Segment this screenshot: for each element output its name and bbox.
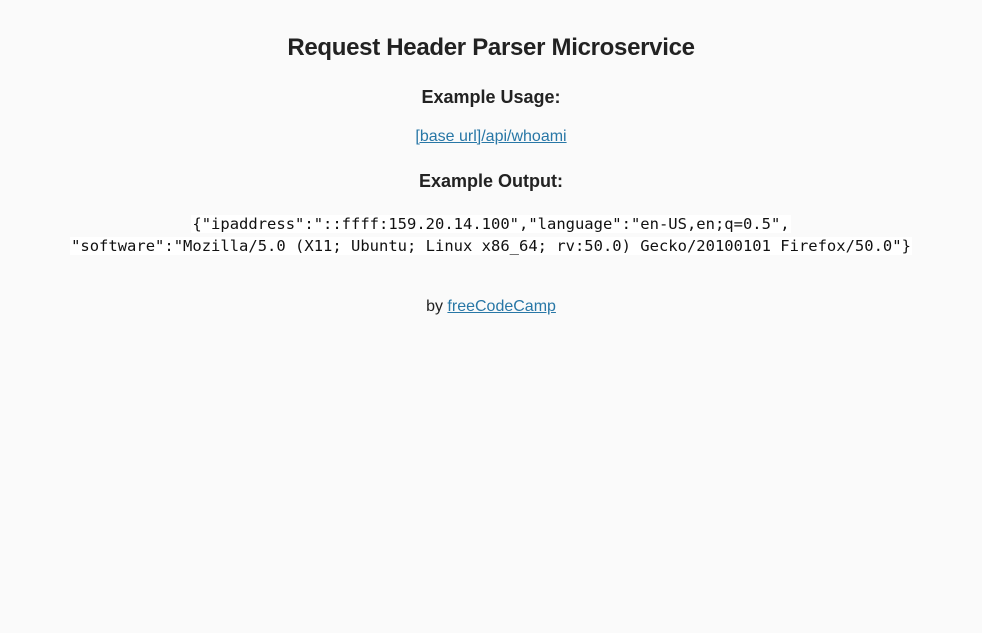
output-heading: Example Output: [418,171,563,191]
usage-link[interactable]: [base url]/api/whoami [415,128,566,145]
code-line-2: "software":"Mozilla/5.0 (X11; Ubuntu; Li… [0,235,982,257]
usage-heading: Example Usage: [421,87,561,107]
code-line-1-text: {"ipaddress":"::ffff:159.20.14.100","lan… [191,215,791,233]
page-container: Request Header Parser Microservice Examp… [0,0,982,317]
code-line-2-text: "software":"Mozilla/5.0 (X11; Ubuntu; Li… [70,237,912,255]
example-output-code: {"ipaddress":"::ffff:159.20.14.100","lan… [0,213,982,257]
credit-line: by freeCodeCamp [0,297,982,317]
usage-link-wrap: [base url]/api/whoami [0,127,982,147]
page-title: Request Header Parser Microservice [287,34,695,61]
credit-prefix: by [426,298,443,315]
code-line-1: {"ipaddress":"::ffff:159.20.14.100","lan… [0,213,982,235]
freecodecamp-link[interactable]: freeCodeCamp [447,298,556,315]
